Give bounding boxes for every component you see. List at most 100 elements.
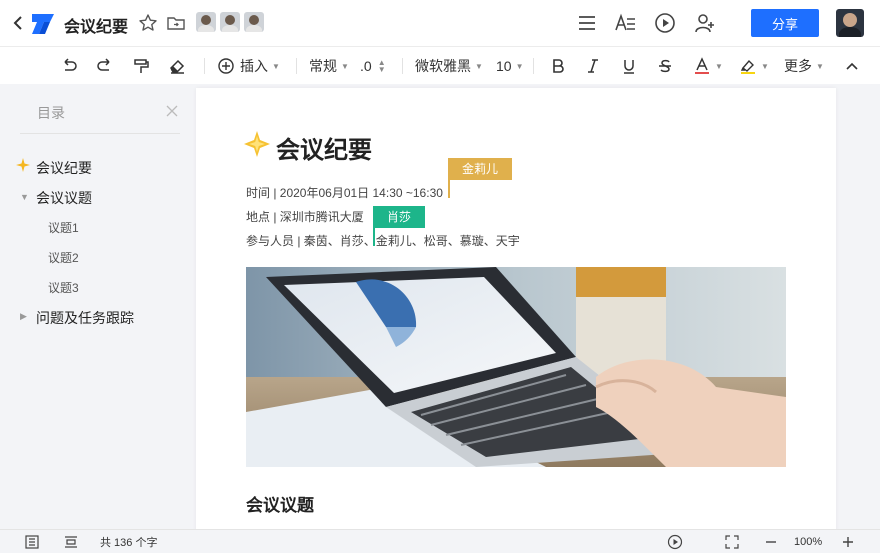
add-collaborator-icon[interactable] [694, 12, 716, 34]
zoom-level[interactable]: 100% [794, 534, 822, 550]
caret-down-icon[interactable]: ▼ [20, 192, 29, 202]
caret-right-icon[interactable]: ▶ [20, 311, 27, 322]
line-spacing-select[interactable]: .0 ▲ ▼ [360, 56, 386, 76]
share-button[interactable]: 分享 [751, 9, 819, 37]
font-color-icon [695, 57, 709, 74]
sparkle-icon [16, 158, 30, 172]
chevron-down-icon: ▼ [761, 61, 769, 71]
user-avatar[interactable] [836, 9, 864, 37]
strikethrough-button[interactable] [656, 56, 674, 76]
toc-title: 目录 [37, 105, 65, 121]
chevron-down-icon: ▼ [816, 61, 824, 71]
toc-item-topic-3[interactable]: 议题3 [48, 279, 79, 296]
play-icon [667, 534, 683, 550]
divider [402, 58, 403, 74]
more-label: 更多 [784, 58, 812, 74]
strikethrough-icon [659, 59, 671, 73]
formatting-toolbar: 插入 ▼ 常规 ▼ .0 ▲ ▼ 微软雅黑 ▼ 10 ▼ ▼ ▼ 更多 ▼ [0, 46, 880, 84]
chevron-down-icon: ▼ [272, 61, 280, 71]
zoom-in-button[interactable] [841, 534, 855, 550]
divider [204, 58, 205, 74]
underline-icon [624, 60, 634, 74]
more-menu[interactable]: 更多 ▼ [784, 56, 824, 76]
stepper-icon: ▲ ▼ [377, 58, 386, 74]
tencent-docs-logo [32, 14, 54, 34]
undo-icon [64, 58, 77, 71]
chevron-up-icon [846, 62, 858, 70]
collaborator-cursor-label: 金莉儿 [448, 158, 513, 180]
format-painter-icon [134, 59, 149, 73]
sparkle-emoji-icon [244, 131, 270, 157]
avatar[interactable] [244, 12, 264, 32]
size-label: 10 [496, 58, 512, 74]
toc-item-topic-1[interactable]: 议题1 [48, 219, 79, 236]
underline-button[interactable] [620, 56, 638, 76]
meeting-location[interactable]: 地点 | 深圳市腾讯大厦 [246, 208, 364, 225]
meeting-attendees[interactable]: 参与人员 | 秦茵、肖莎、金莉儿、松哥、慕璇、天宇 [246, 232, 520, 249]
spacing-label: .0 [360, 58, 372, 74]
fullscreen-button[interactable] [724, 534, 740, 550]
format-painter-button[interactable] [132, 56, 150, 76]
bold-icon [553, 59, 564, 73]
toc-sidebar: 目录 会议纪要 ▼ 会议议题 议题1 议题2 议题3 ▶ 问题及任务跟踪 [0, 85, 196, 529]
redo-button[interactable] [96, 56, 114, 76]
divider [533, 58, 534, 74]
italic-button[interactable] [584, 56, 602, 76]
toc-item-topic-2[interactable]: 议题2 [48, 249, 79, 266]
toc-item-meeting-minutes[interactable]: 会议纪要 [36, 158, 92, 178]
text-format-icon[interactable] [614, 12, 636, 34]
collapse-toolbar-button[interactable] [843, 56, 861, 76]
word-count: 共 136 个字 [100, 537, 158, 549]
laptop-photo[interactable] [246, 267, 786, 467]
page-width-button[interactable] [63, 534, 79, 550]
meeting-time[interactable]: 时间 | 2020年06月01日 14:30 ~16:30 [246, 184, 443, 201]
font-size-select[interactable]: 10 ▼ [496, 56, 524, 76]
menu-icon[interactable] [576, 12, 598, 34]
move-to-folder-icon[interactable] [166, 13, 186, 33]
highlight-color-button[interactable]: ▼ [739, 56, 769, 76]
italic-icon [588, 59, 598, 73]
doc-title[interactable]: 会议纪要 [64, 13, 128, 37]
bold-button[interactable] [549, 56, 567, 76]
header: 会议纪要 分享 [0, 0, 880, 46]
close-icon[interactable] [166, 105, 178, 117]
paragraph-style-select[interactable]: 常规 ▼ [309, 56, 349, 76]
star-icon[interactable] [138, 13, 158, 33]
outline-toggle-button[interactable] [24, 534, 40, 550]
divider [20, 133, 180, 134]
font-label: 微软雅黑 [415, 58, 471, 74]
back-icon[interactable] [12, 14, 26, 32]
collaborator-cursor-label: 肖莎 [373, 206, 426, 228]
eraser-icon [170, 59, 185, 74]
clear-format-button[interactable] [168, 56, 186, 76]
avatar[interactable] [196, 12, 216, 32]
play-button[interactable] [667, 534, 683, 550]
plus-circle-icon [218, 58, 234, 74]
document-page[interactable]: 会议纪要 时间 | 2020年06月01日 14:30 ~16:30 地点 | … [196, 88, 836, 533]
minus-icon [766, 541, 776, 543]
plus-icon [843, 537, 853, 547]
status-bar: 共 136 个字 100% [0, 529, 880, 553]
toc-item-issues-tracking[interactable]: 问题及任务跟踪 [36, 308, 134, 328]
presentation-play-icon[interactable] [654, 12, 676, 34]
font-color-button[interactable]: ▼ [693, 56, 723, 76]
page-width-icon [65, 536, 77, 548]
chevron-down-icon: ▼ [475, 61, 483, 71]
collaborator-cursor [373, 226, 375, 246]
redo-icon [97, 58, 110, 71]
collaborator-avatars[interactable] [196, 12, 264, 32]
undo-button[interactable] [60, 56, 78, 76]
avatar[interactable] [220, 12, 240, 32]
insert-label: 插入 [240, 58, 268, 74]
outline-icon [25, 535, 39, 549]
zoom-out-button[interactable] [764, 534, 778, 550]
chevron-down-icon: ▼ [341, 61, 349, 71]
style-label: 常规 [309, 58, 337, 74]
chevron-down-icon: ▼ [715, 61, 723, 71]
section-heading[interactable]: 会议议题 [246, 491, 314, 516]
toc-item-agenda[interactable]: 会议议题 [36, 188, 92, 208]
document-heading[interactable]: 会议纪要 [276, 130, 372, 165]
insert-menu[interactable]: 插入 ▼ [217, 56, 280, 76]
divider [296, 58, 297, 74]
font-family-select[interactable]: 微软雅黑 ▼ [415, 56, 483, 76]
